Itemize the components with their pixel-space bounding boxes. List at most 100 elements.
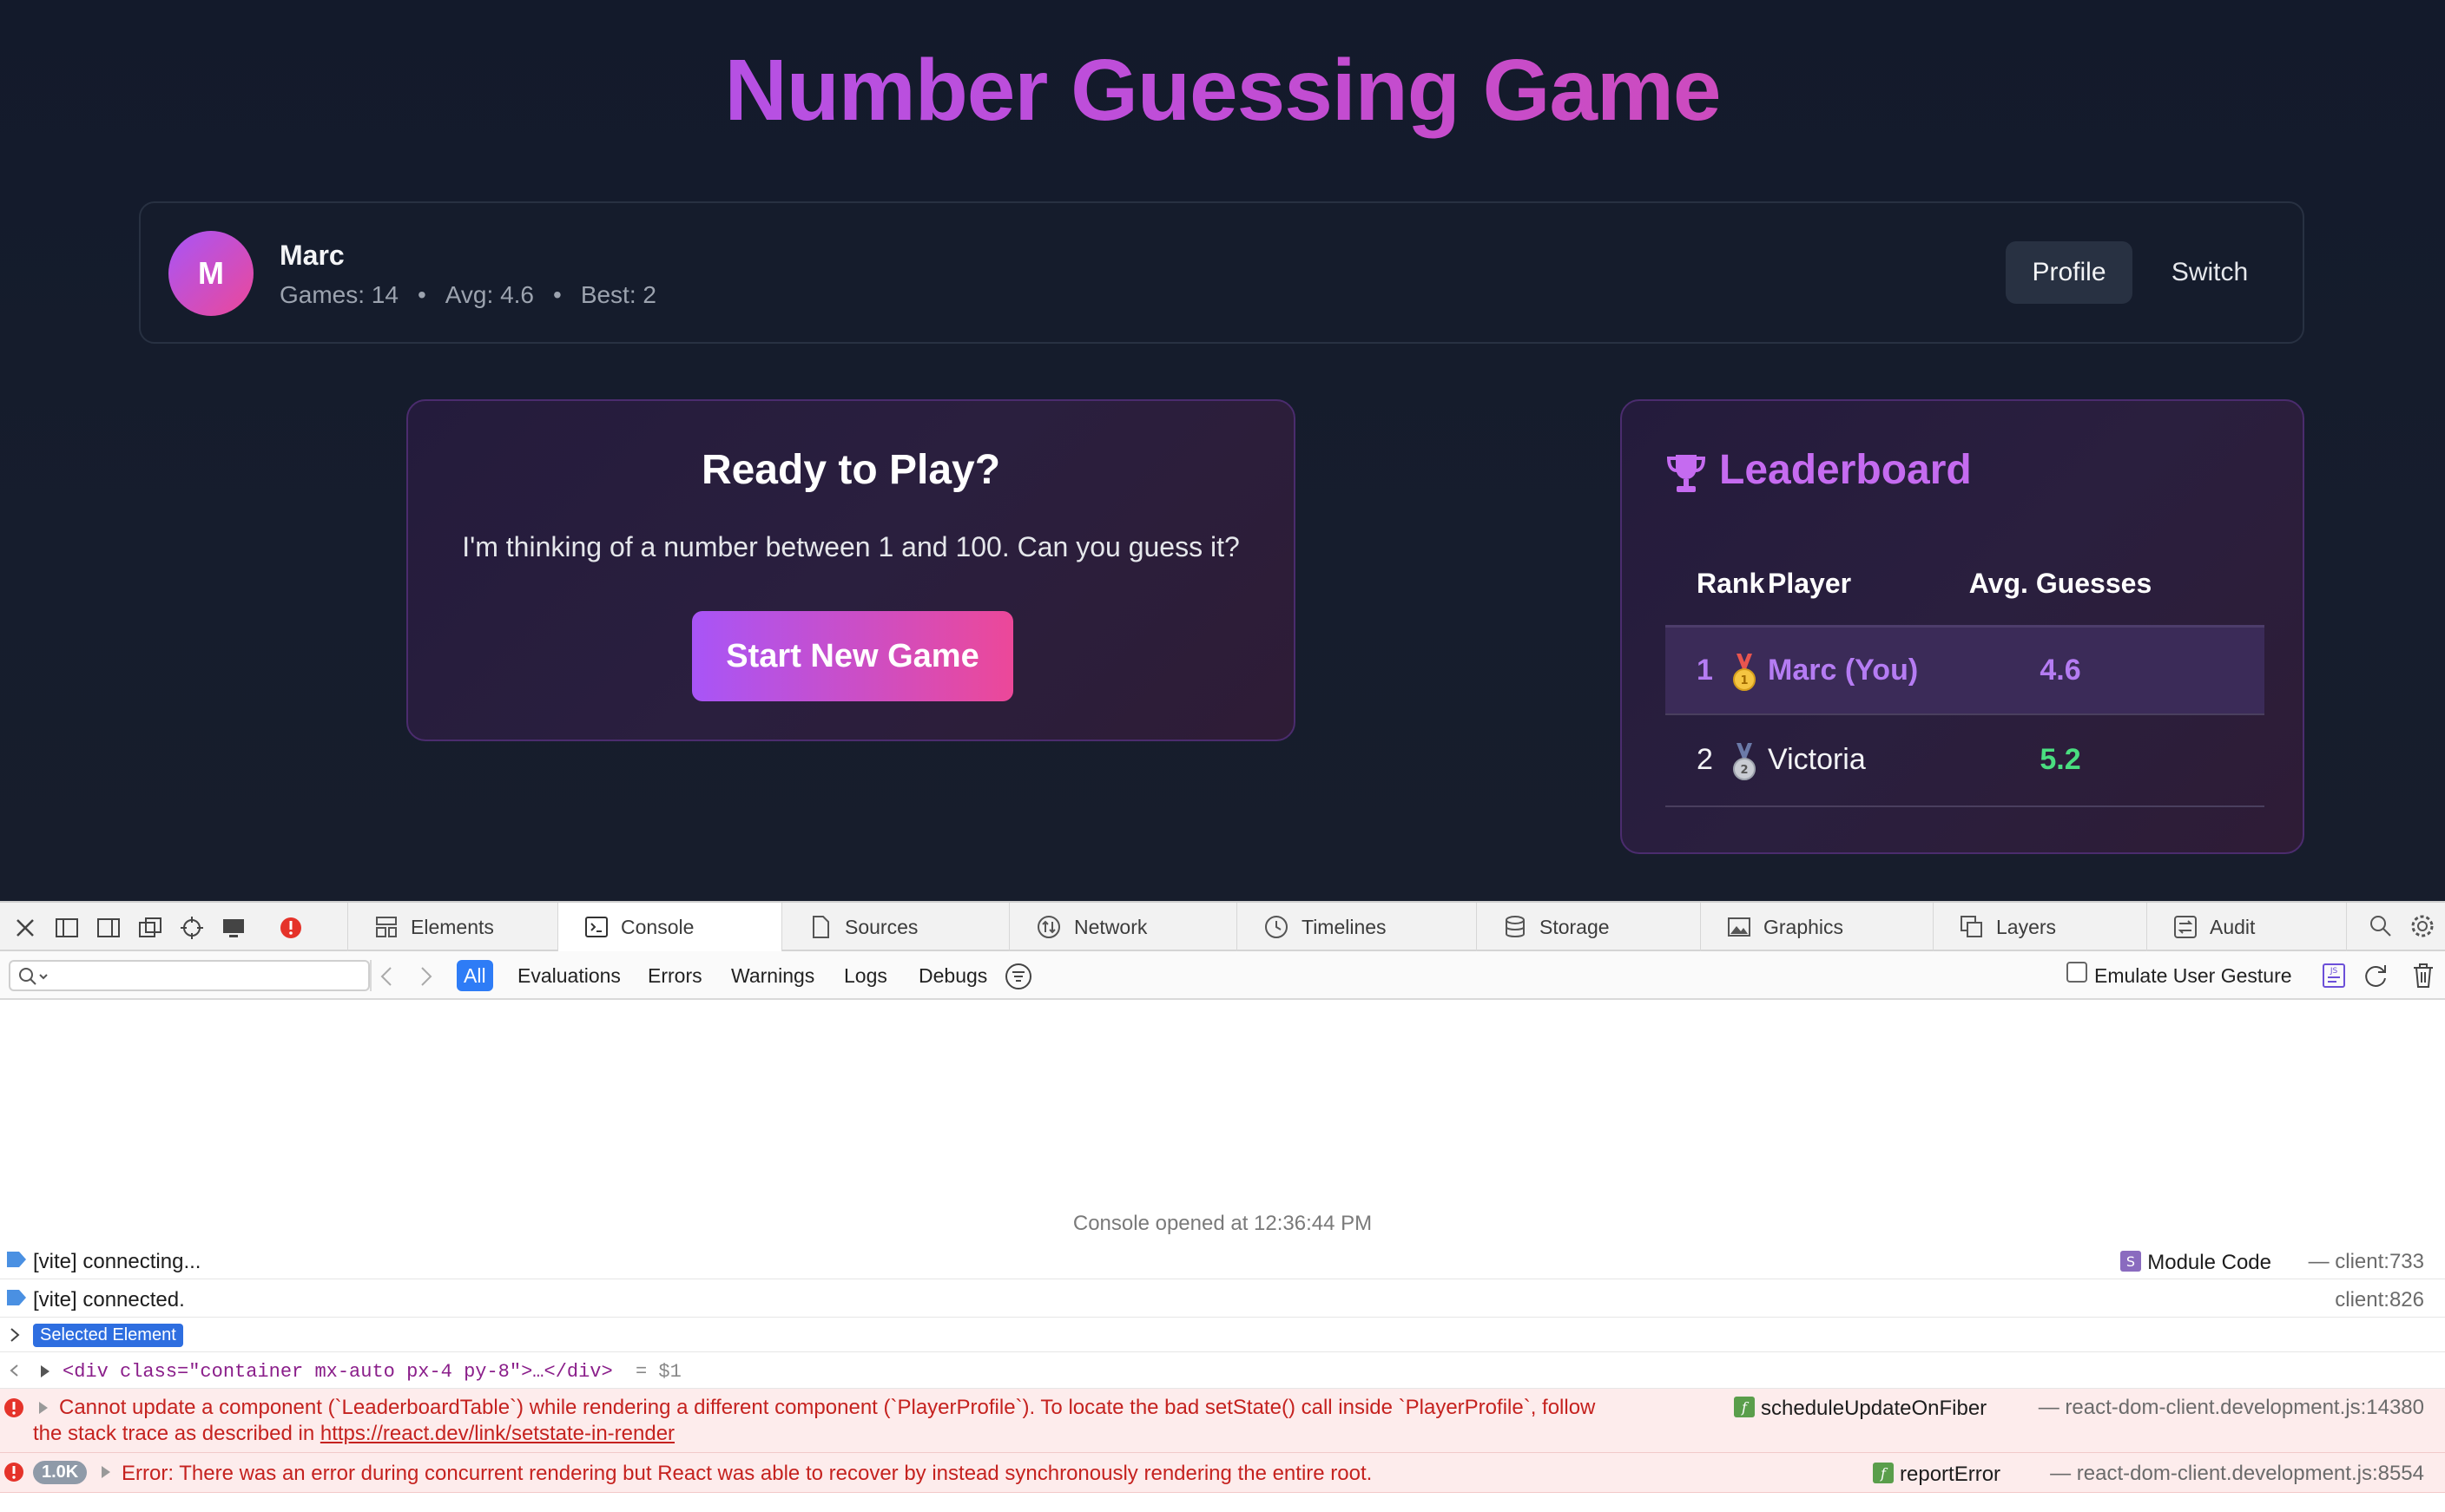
search-icon[interactable] xyxy=(2368,913,2394,939)
filter-evaluations[interactable]: Evaluations xyxy=(511,960,628,991)
sources-icon xyxy=(813,916,829,938)
js-context-icon[interactable]: JS xyxy=(2320,962,2348,989)
error-message-prefix: the stack trace as described in xyxy=(33,1422,320,1445)
chevron-right-icon xyxy=(10,1328,20,1342)
error-source[interactable]: — react-dom-client.development.js:8554 xyxy=(2050,1462,2424,1486)
tab-label: Storage xyxy=(1539,915,1610,938)
previous-icon[interactable] xyxy=(377,965,398,988)
error-function[interactable]: f scheduleUpdateOnFiber xyxy=(1733,1396,1987,1421)
device-settings-icon[interactable] xyxy=(221,915,247,941)
close-icon[interactable] xyxy=(12,915,38,941)
message-text: [vite] connecting... xyxy=(33,1250,201,1273)
console-message: <div class="container mx-auto px-4 py-8"… xyxy=(0,1352,2445,1389)
tab-sources[interactable]: Sources xyxy=(781,903,1009,951)
message-source[interactable]: — client:733 xyxy=(2309,1250,2424,1274)
tab-layers[interactable]: Layers xyxy=(1933,903,2146,951)
tab-timelines[interactable]: Timelines xyxy=(1236,903,1476,951)
element-reference: = $1 xyxy=(636,1361,682,1383)
trophy-icon xyxy=(1666,455,1706,492)
switch-button[interactable]: Switch xyxy=(2146,241,2273,304)
leaderboard-row: 2 2 Victoria 5.2 xyxy=(1665,717,2264,807)
console-output: Console opened at 12:36:44 PM [vite] con… xyxy=(0,1000,2445,1512)
start-new-game-button[interactable]: Start New Game xyxy=(692,611,1013,701)
tab-label: Timelines xyxy=(1302,915,1387,938)
message-source-label: S Module Code xyxy=(2119,1250,2271,1275)
filter-logs[interactable]: Logs xyxy=(837,960,894,991)
console-filter-bar: All Evaluations Errors Warnings Logs Deb… xyxy=(0,951,2445,1000)
error-function[interactable]: f reportError xyxy=(1872,1462,2000,1487)
profile-button[interactable]: Profile xyxy=(2006,241,2132,304)
player-stats: Games: 14 • Avg: 4.6 • Best: 2 xyxy=(280,281,656,309)
gold-medal-icon: 1 xyxy=(1733,654,1756,691)
error-message: Error: There was an error during concurr… xyxy=(122,1462,1373,1485)
rank-cell: 2 xyxy=(1697,743,1713,776)
tab-label: Console xyxy=(621,915,695,938)
error-help-link[interactable]: https://react.dev/link/setstate-in-rende… xyxy=(320,1422,675,1445)
error-message-continued: the stack trace as described in https://… xyxy=(33,1422,675,1446)
dock-right-icon[interactable] xyxy=(96,915,122,941)
best-stat: Best: 2 xyxy=(580,281,656,308)
result-arrow-icon xyxy=(10,1364,18,1377)
stat-separator: • xyxy=(417,281,426,308)
error-message: Cannot update a component (`LeaderboardT… xyxy=(59,1396,1596,1419)
tab-elements[interactable]: Elements xyxy=(347,903,557,951)
error-indicator-icon[interactable] xyxy=(278,915,304,941)
function-name: reportError xyxy=(1900,1463,2001,1486)
filter-errors[interactable]: Errors xyxy=(641,960,709,991)
elements-icon xyxy=(376,917,397,937)
console-error: Cannot update a component (`LeaderboardT… xyxy=(0,1389,2445,1453)
clear-console-icon[interactable] xyxy=(2410,962,2436,989)
tab-network[interactable]: Network xyxy=(1009,903,1236,951)
tab-storage[interactable]: Storage xyxy=(1476,903,1700,951)
filter-warnings[interactable]: Warnings xyxy=(724,960,821,991)
emulate-user-gesture-checkbox[interactable] xyxy=(2066,962,2087,983)
console-message: [vite] connected. client:826 xyxy=(0,1279,2445,1318)
tab-label: Layers xyxy=(1996,915,2057,938)
filter-options-icon[interactable] xyxy=(1004,962,1033,991)
console-message: [vite] connecting... S Module Code — clie… xyxy=(0,1241,2445,1279)
play-title: Ready to Play? xyxy=(701,447,1001,493)
message-text: [vite] connected. xyxy=(33,1288,185,1311)
play-description: I'm thinking of a number between 1 and 1… xyxy=(462,531,1240,562)
layers-icon xyxy=(1961,916,1982,937)
function-name: scheduleUpdateOnFiber xyxy=(1761,1397,1987,1420)
function-icon: f xyxy=(1734,1397,1755,1417)
player-cell: Victoria xyxy=(1768,743,1866,776)
tab-graphics[interactable]: Graphics xyxy=(1700,903,1933,951)
error-icon xyxy=(4,1398,23,1417)
tab-console[interactable]: Console xyxy=(557,903,781,951)
svg-text:1: 1 xyxy=(1740,674,1748,687)
console-message: Selected Element xyxy=(0,1318,2445,1352)
tab-label: Sources xyxy=(845,915,919,938)
console-error: 1.0K Error: There was an error during co… xyxy=(0,1453,2445,1493)
expand-triangle-icon[interactable] xyxy=(36,1401,50,1415)
avatar: M xyxy=(168,231,254,316)
column-header-rank: Rank xyxy=(1697,568,1765,599)
devtools-tab-bar: Elements Console Sources Network Timelin… xyxy=(0,901,2445,951)
message-source[interactable]: client:826 xyxy=(2335,1288,2424,1312)
gear-icon[interactable] xyxy=(2409,913,2435,939)
undock-icon[interactable] xyxy=(137,915,163,941)
error-source[interactable]: — react-dom-client.development.js:14380 xyxy=(2039,1396,2424,1420)
filter-debugs[interactable]: Debugs xyxy=(912,960,994,991)
module-code-label: Module Code xyxy=(2147,1251,2271,1274)
reload-icon[interactable] xyxy=(2362,962,2389,989)
crosshair-icon[interactable] xyxy=(179,915,205,941)
page-title: Number Guessing Game xyxy=(0,38,2445,142)
console-search-input[interactable] xyxy=(9,960,372,991)
filter-all[interactable]: All xyxy=(457,960,493,991)
expand-triangle-icon[interactable] xyxy=(38,1364,52,1378)
element-code[interactable]: <div class="container mx-auto px-4 py-8"… xyxy=(63,1361,613,1383)
game-app: Number Guessing Game M Marc Games: 14 • Av… xyxy=(0,0,2445,901)
svg-text:2: 2 xyxy=(1740,764,1748,777)
web-inspector: Elements Console Sources Network Timelin… xyxy=(0,901,2445,1512)
next-icon[interactable] xyxy=(415,965,436,988)
console-icon xyxy=(585,917,608,937)
player-bar: M Marc Games: 14 • Avg: 4.6 • Best: 2 Profil… xyxy=(139,201,2304,344)
rank-cell: 1 xyxy=(1697,654,1713,687)
player-name: Marc xyxy=(280,240,345,271)
dock-left-icon[interactable] xyxy=(54,915,80,941)
tab-audit[interactable]: Audit xyxy=(2146,903,2346,951)
games-stat: Games: 14 xyxy=(280,281,399,308)
expand-triangle-icon[interactable] xyxy=(99,1465,113,1479)
